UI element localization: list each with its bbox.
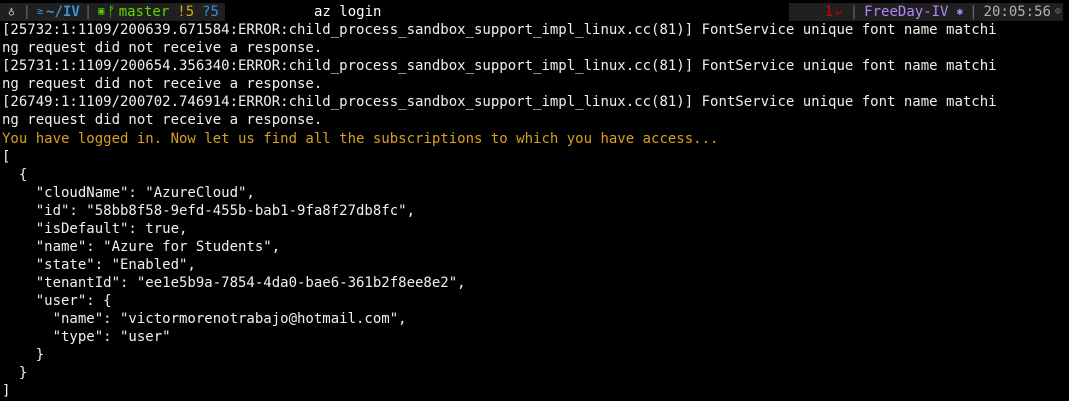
prompt-right-segment: 1 ↵ | FreeDay-IV ✱ | 20:05:56 ⊙ <box>788 3 1063 21</box>
clock-icon: ⊙ <box>1054 6 1061 17</box>
git-modified-count: !5 <box>177 4 195 20</box>
json-line: "isDefault": true, <box>2 221 188 237</box>
json-line: "tenantId": "ee1e5b9a-7854-4da0-bae6-361… <box>2 275 466 291</box>
json-line: { <box>2 167 28 183</box>
exit-code: 1 <box>824 4 834 20</box>
json-line: [ <box>2 149 11 165</box>
error-line: [25731:1:1109/200654.356340:ERROR:child_… <box>2 58 997 74</box>
current-directory: ~/IV <box>46 4 80 20</box>
prompt-separator: | <box>22 4 32 20</box>
json-line: "cloudName": "AzureCloud", <box>2 185 255 201</box>
prompt-separator: | <box>969 4 978 20</box>
json-line: "name": "Azure for Students", <box>2 239 281 255</box>
asterisk-icon: ✱ <box>956 5 964 18</box>
prompt-time: 20:05:56 <box>983 4 1051 20</box>
environment-name: FreeDay-IV <box>864 4 949 20</box>
git-branch: master <box>118 4 170 20</box>
json-line: "state": "Enabled", <box>2 257 196 273</box>
entered-command: az login <box>314 4 382 20</box>
json-line: "user": { <box>2 293 112 309</box>
logged-in-message: You have logged in. Now let us find all … <box>2 131 719 147</box>
prompt-separator: | <box>83 4 93 20</box>
json-line: } <box>2 347 45 363</box>
folder-icon: ≥ <box>37 6 44 17</box>
prompt-separator: | <box>849 4 859 20</box>
git-icon: ▣ <box>98 6 105 17</box>
terminal-window[interactable]: ♁ | ≥ ~/IV | ▣ ᚠ master !5 ?5 az login 1… <box>0 0 1069 401</box>
json-line: "type": "user" <box>2 329 171 345</box>
json-line: ] <box>2 383 11 399</box>
error-line: ng request did not receive a response. <box>2 40 323 56</box>
error-line: [25732:1:1109/200639.671584:ERROR:child_… <box>2 22 997 38</box>
json-line: "id": "58bb8f58-9efd-455b-bab1-9fa8f27db… <box>2 203 416 219</box>
return-icon: ↵ <box>835 5 842 18</box>
json-line: } <box>2 365 28 381</box>
error-line: ng request did not receive a response. <box>2 112 323 128</box>
json-line: "name": "victormorenotrabajo@hotmail.com… <box>2 311 407 327</box>
error-line: [26749:1:1109/200702.746914:ERROR:child_… <box>2 94 997 110</box>
prompt-left-segment: ♁ | ≥ ~/IV | ▣ ᚠ master !5 ?5 <box>0 3 225 21</box>
git-untracked-count: ?5 <box>202 4 219 20</box>
os-icon: ♁ <box>8 5 15 18</box>
branch-icon: ᚠ <box>107 4 116 20</box>
error-line: ng request did not receive a response. <box>2 76 323 92</box>
